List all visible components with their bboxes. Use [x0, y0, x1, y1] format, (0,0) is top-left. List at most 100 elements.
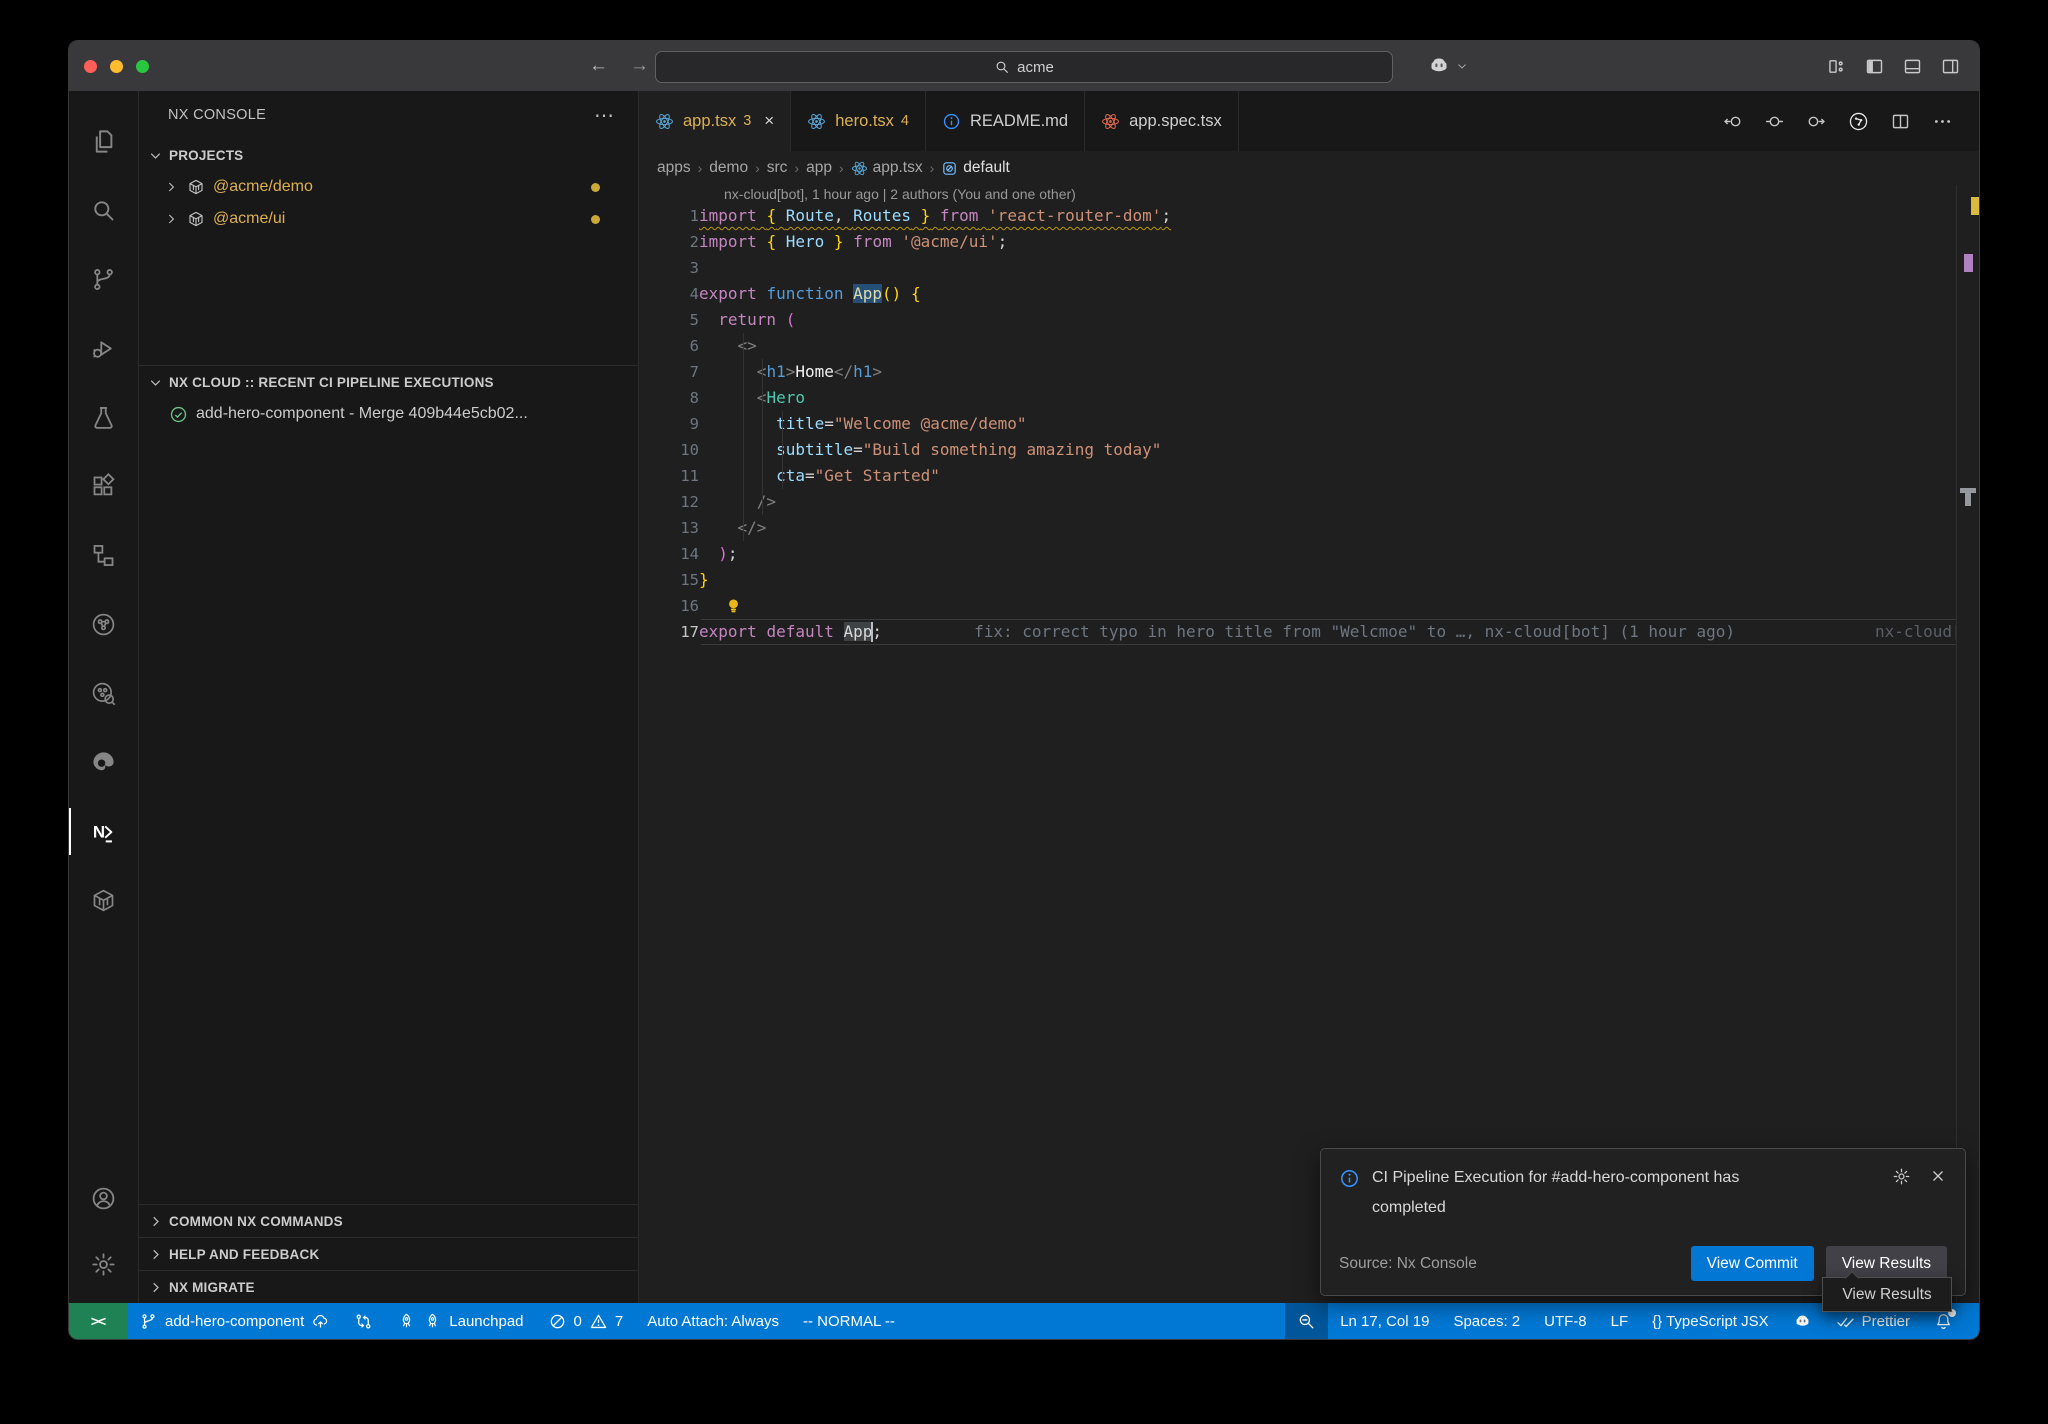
- toggle-secondary-sidebar[interactable]: [1940, 56, 1961, 77]
- status-copilot-status[interactable]: [1781, 1303, 1824, 1339]
- overview-ruler[interactable]: [1956, 185, 1979, 1303]
- notification-settings-icon[interactable]: [1892, 1167, 1911, 1186]
- breadcrumb-item-demo[interactable]: demo: [709, 159, 748, 177]
- code-line-10[interactable]: 10 subtitle="Build something amazing tod…: [639, 437, 1979, 463]
- breadcrumb-item-src[interactable]: src: [767, 159, 788, 177]
- activity-nx-graph-search[interactable]: [69, 659, 138, 728]
- activity-nx-console[interactable]: [69, 797, 138, 866]
- status-problems[interactable]: 07: [536, 1303, 636, 1339]
- back-icon[interactable]: ←: [589, 55, 608, 77]
- tab-hero.tsx[interactable]: hero.tsx4: [791, 91, 926, 151]
- code-line-7[interactable]: 7 <h1>Home</h1>: [639, 359, 1979, 385]
- symbol-box-icon: [941, 160, 958, 177]
- status-vim-mode[interactable]: -- NORMAL --: [791, 1303, 907, 1339]
- more-actions-icon[interactable]: ⋯: [594, 103, 616, 128]
- breadcrumb-separator: ›: [839, 160, 844, 176]
- code-line-14[interactable]: 14 );: [639, 541, 1979, 567]
- split-editor[interactable]: [1890, 111, 1911, 132]
- status-auto-attach[interactable]: Auto Attach: Always: [635, 1303, 791, 1339]
- status-cursor-position[interactable]: Ln 17, Col 19: [1328, 1303, 1441, 1339]
- activity-settings[interactable]: [69, 1231, 138, 1297]
- activity-edge-browser[interactable]: [69, 728, 138, 797]
- ci-pipeline-item[interactable]: add-hero-component - Merge 409b44e5cb02.…: [139, 398, 638, 430]
- section-common-nx-commands[interactable]: COMMON NX COMMANDS: [139, 1204, 638, 1237]
- next-change[interactable]: [1806, 111, 1827, 132]
- split-icon: [1890, 111, 1911, 132]
- activity-explorer[interactable]: [69, 107, 138, 176]
- project-item[interactable]: @acme/ui: [139, 203, 638, 235]
- token: [699, 544, 718, 563]
- tab-README.md[interactable]: README.md: [926, 91, 1085, 151]
- code-line-11[interactable]: 11 cta="Get Started": [639, 463, 1979, 489]
- line-number: 3: [639, 255, 699, 281]
- breadcrumb-item-default[interactable]: default: [941, 159, 1010, 177]
- zoom-window-button[interactable]: [136, 60, 149, 73]
- activity-search[interactable]: [69, 176, 138, 245]
- breadcrumb[interactable]: apps›demo›src›app›app.tsx›default: [639, 151, 1979, 185]
- lightbulb-icon[interactable]: [724, 596, 743, 615]
- token: [699, 310, 718, 329]
- code-line-9[interactable]: 9 title="Welcome @acme/demo": [639, 411, 1979, 437]
- code-line-5[interactable]: 5 return (: [639, 307, 1979, 333]
- code-line-16[interactable]: 16: [639, 593, 1979, 619]
- activity-containers[interactable]: [69, 866, 138, 935]
- breadcrumb-item-app[interactable]: app: [806, 159, 832, 177]
- previous-change[interactable]: [1722, 111, 1743, 132]
- forward-icon[interactable]: →: [630, 55, 649, 77]
- activity-source-control[interactable]: [69, 245, 138, 314]
- status-git-branch[interactable]: add-hero-component: [127, 1303, 342, 1339]
- close-tab-icon[interactable]: ×: [764, 111, 774, 131]
- code-line-13[interactable]: 13 </>: [639, 515, 1979, 541]
- close-window-button[interactable]: [84, 60, 97, 73]
- activity-accounts[interactable]: [69, 1165, 138, 1231]
- status-remote-indicator[interactable]: ><: [69, 1303, 127, 1339]
- change-marker[interactable]: [1764, 111, 1785, 132]
- token: ,: [834, 206, 853, 225]
- customize-layout[interactable]: [1826, 56, 1847, 77]
- status-indentation[interactable]: Spaces: 2: [1441, 1303, 1532, 1339]
- status-git-compare[interactable]: [342, 1303, 385, 1339]
- toggle-primary-sidebar[interactable]: [1864, 56, 1885, 77]
- code-line-4[interactable]: 4export function App() {: [639, 281, 1979, 307]
- status-encoding[interactable]: UTF-8: [1532, 1303, 1599, 1339]
- code-line-8[interactable]: 8 <Hero: [639, 385, 1979, 411]
- section-help-and-feedback[interactable]: HELP AND FEEDBACK: [139, 1237, 638, 1270]
- close-icon[interactable]: [1929, 1167, 1947, 1185]
- command-center-search[interactable]: acme: [655, 51, 1393, 83]
- code-editor[interactable]: nx-cloud[bot], 1 hour ago | 2 authors (Y…: [639, 185, 1979, 1303]
- minimize-window-button[interactable]: [110, 60, 123, 73]
- section-nx-migrate[interactable]: NX MIGRATE: [139, 1270, 638, 1303]
- nx-graph-action[interactable]: [1848, 111, 1869, 132]
- toggle-panel[interactable]: [1902, 56, 1923, 77]
- copilot-menu[interactable]: [1427, 41, 1469, 91]
- breadcrumb-item-apps[interactable]: apps: [657, 159, 691, 177]
- status-launchpad[interactable]: Launchpad: [385, 1303, 535, 1339]
- code-line-15[interactable]: 15}: [639, 567, 1979, 593]
- activity-run-and-debug[interactable]: [69, 314, 138, 383]
- activity-testing[interactable]: [69, 383, 138, 452]
- tab-app.spec.tsx[interactable]: app.spec.tsx: [1085, 91, 1239, 151]
- hierarchy-icon: [90, 542, 117, 569]
- code-line-3[interactable]: 3: [639, 255, 1979, 281]
- code-line-6[interactable]: 6 <>: [639, 333, 1979, 359]
- breadcrumb-label: demo: [709, 159, 748, 177]
- section-projects[interactable]: PROJECTS: [139, 139, 638, 171]
- code-text: export function App() {: [699, 281, 921, 307]
- section-nx-cloud[interactable]: NX CLOUD :: RECENT CI PIPELINE EXECUTION…: [139, 365, 638, 398]
- project-item[interactable]: @acme/demo: [139, 171, 638, 203]
- tab-app.tsx[interactable]: app.tsx3×: [639, 91, 791, 151]
- code-line-12[interactable]: 12 />: [639, 489, 1979, 515]
- status-eol[interactable]: LF: [1599, 1303, 1641, 1339]
- breadcrumb-item-app.tsx[interactable]: app.tsx: [851, 159, 923, 177]
- view-results-button[interactable]: View Results: [1826, 1246, 1947, 1281]
- activity-nx-project-graph[interactable]: [69, 590, 138, 659]
- view-commit-button[interactable]: View Commit: [1691, 1246, 1814, 1281]
- code-line-1[interactable]: 1import { Route, Routes } from 'react-ro…: [639, 203, 1979, 229]
- activity-extensions[interactable]: [69, 452, 138, 521]
- status-zoom-indicator[interactable]: [1285, 1303, 1328, 1339]
- code-line-2[interactable]: 2import { Hero } from '@acme/ui';: [639, 229, 1979, 255]
- status-language-mode[interactable]: {} TypeScript JSX: [1640, 1303, 1780, 1339]
- code-line-17[interactable]: 17export default App;fix: correct typo i…: [639, 619, 1979, 645]
- more-actions[interactable]: [1932, 111, 1953, 132]
- activity-hierarchy[interactable]: [69, 521, 138, 590]
